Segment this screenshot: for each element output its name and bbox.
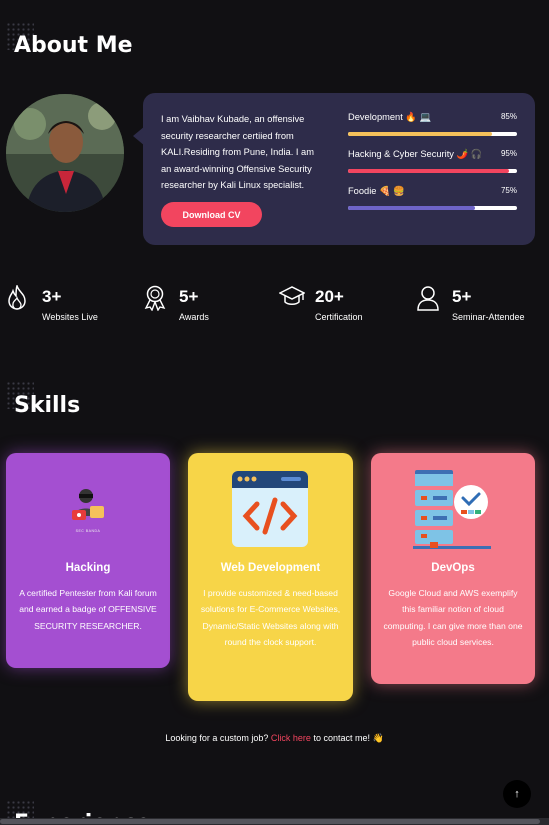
code-window-icon [232, 471, 308, 547]
skill-bar-development: Development 🔥 💻 85% [348, 112, 517, 136]
skill-card-web-development: Web Development I provide customized & n… [188, 453, 353, 701]
contact-link[interactable]: Click here [271, 733, 311, 743]
skill-fill [348, 206, 475, 210]
skill-fill [348, 132, 492, 136]
card-title: Hacking [65, 562, 111, 574]
stat-caption: Seminar-Attendee [452, 312, 525, 322]
avatar [6, 94, 124, 212]
card-description: Google Cloud and AWS exemplify this fami… [383, 588, 523, 648]
hacker-badge-text: SEC BANDA [75, 529, 101, 533]
skills-title: Skills [14, 393, 81, 418]
about-card: I am Vaibhav Kubade, an offensive securi… [143, 93, 535, 245]
stat-caption: Websites Live [42, 312, 98, 322]
server-icon [413, 470, 491, 549]
card-description: A certified Pentester from Kali forum an… [19, 588, 157, 631]
stat-caption: Awards [179, 312, 209, 322]
skill-card-devops: DevOps Google Cloud and AWS exemplify th… [371, 453, 535, 684]
graduation-cap-icon [279, 286, 305, 305]
skill-bar-hacking: Hacking & Cyber Security 🌶️ 🎧 95% [348, 149, 517, 173]
stat-seminars: 5+ Seminar-Attendee [416, 285, 546, 325]
about-title: About Me [14, 33, 133, 58]
stat-awards: 5+ Awards [143, 285, 273, 325]
stat-number: 5+ [179, 287, 199, 306]
skill-track [348, 169, 517, 173]
skill-percent: 95% [500, 149, 517, 158]
card-title: DevOps [431, 562, 475, 574]
stat-certification: 20+ Certification [279, 285, 409, 325]
skill-track [348, 206, 517, 210]
download-cv-button[interactable]: Download CV [161, 202, 262, 227]
contact-suffix: to contact me! 👋 [313, 733, 384, 743]
skill-fill [348, 169, 509, 173]
skill-percent: 85% [500, 112, 517, 121]
skill-card-hacking: SEC BANDA Hacking A certified Pentester … [6, 453, 170, 668]
stat-websites: 3+ Websites Live [6, 285, 136, 325]
contact-line: Looking for a custom job? Click here to … [0, 733, 549, 744]
card-description: I provide customized & need-based soluti… [200, 588, 341, 648]
stat-number: 3+ [42, 287, 62, 306]
card-title: Web Development [220, 562, 321, 574]
stat-caption: Certification [315, 312, 363, 322]
bio-text: I am Vaibhav Kubade, an offensive securi… [161, 114, 314, 190]
hacker-icon [72, 489, 104, 520]
skill-label: Hacking & Cyber Security 🌶️ 🎧 [348, 149, 483, 159]
contact-prefix: Looking for a custom job? [165, 733, 269, 743]
stat-number: 5+ [452, 287, 472, 306]
skill-label: Foodie 🍕 🍔 [348, 186, 405, 196]
skill-track [348, 132, 517, 136]
scrollbar-thumb[interactable] [0, 819, 540, 824]
stat-number: 20+ [315, 287, 344, 306]
user-icon [417, 286, 439, 311]
profile-photo [6, 94, 124, 212]
award-icon [144, 285, 166, 311]
back-to-top-button[interactable]: ↑ [503, 780, 531, 808]
fire-icon [8, 285, 26, 310]
skill-percent: 75% [500, 186, 517, 195]
horizontal-scrollbar[interactable] [0, 818, 549, 825]
skill-bar-foodie: Foodie 🍕 🍔 75% [348, 186, 517, 210]
skill-label: Development 🔥 💻 [348, 112, 432, 122]
